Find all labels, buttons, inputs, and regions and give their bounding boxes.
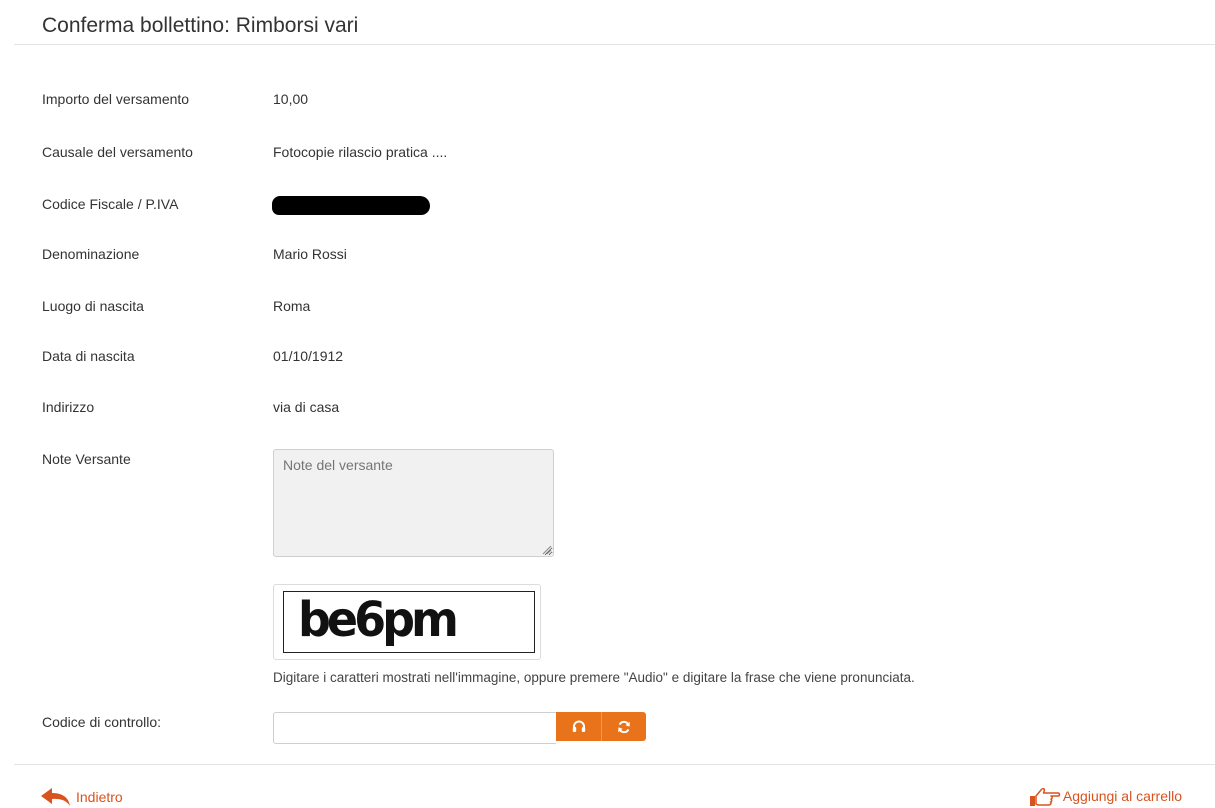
back-link-label: Indietro — [76, 789, 123, 805]
add-to-cart-link[interactable]: Aggiungi al carrello — [1029, 785, 1182, 807]
footer-divider — [14, 764, 1215, 765]
field-label: Causale del versamento — [42, 144, 193, 160]
field-value: 10,00 — [273, 91, 309, 107]
header-divider — [14, 44, 1215, 45]
field-value: Roma — [273, 298, 311, 314]
field-label: Importo del versamento — [42, 91, 190, 107]
field-label: Codice Fiscale / P.IVA — [42, 196, 179, 212]
field-value: Mario Rossi — [273, 246, 347, 262]
add-to-cart-label: Aggiungi al carrello — [1062, 788, 1182, 804]
field-value: 01/10/1912 — [273, 348, 344, 364]
field-label: Indirizzo — [42, 399, 95, 415]
audio-button[interactable] — [556, 712, 601, 741]
notes-textarea[interactable] — [273, 449, 554, 557]
hand-pointer-icon — [1029, 787, 1061, 806]
captcha-text: be6pm — [298, 591, 459, 648]
field-label: Luogo di nascita — [42, 298, 144, 314]
refresh-captcha-button[interactable] — [601, 712, 646, 741]
page-title: Conferma bollettino: Rimborsi vari — [42, 14, 359, 37]
captcha-image: be6pm — [273, 584, 541, 660]
code-input[interactable] — [273, 712, 556, 744]
notes-label: Note Versante — [42, 451, 131, 467]
field-label: Denominazione — [42, 246, 140, 262]
headphones-icon — [572, 720, 585, 732]
field-value: Fotocopie rilascio pratica .... — [273, 144, 448, 160]
redacted-value — [272, 196, 430, 215]
captcha-frame: be6pm — [283, 591, 535, 653]
refresh-icon — [618, 720, 630, 733]
back-link[interactable]: Indietro — [40, 787, 123, 807]
code-label: Codice di controllo: — [42, 714, 162, 730]
captcha-help-text: Digitare i caratteri mostrati nell'immag… — [273, 670, 915, 685]
field-label: Data di nascita — [42, 348, 135, 364]
reply-arrow-icon — [41, 788, 70, 806]
field-value: via di casa — [273, 399, 340, 415]
